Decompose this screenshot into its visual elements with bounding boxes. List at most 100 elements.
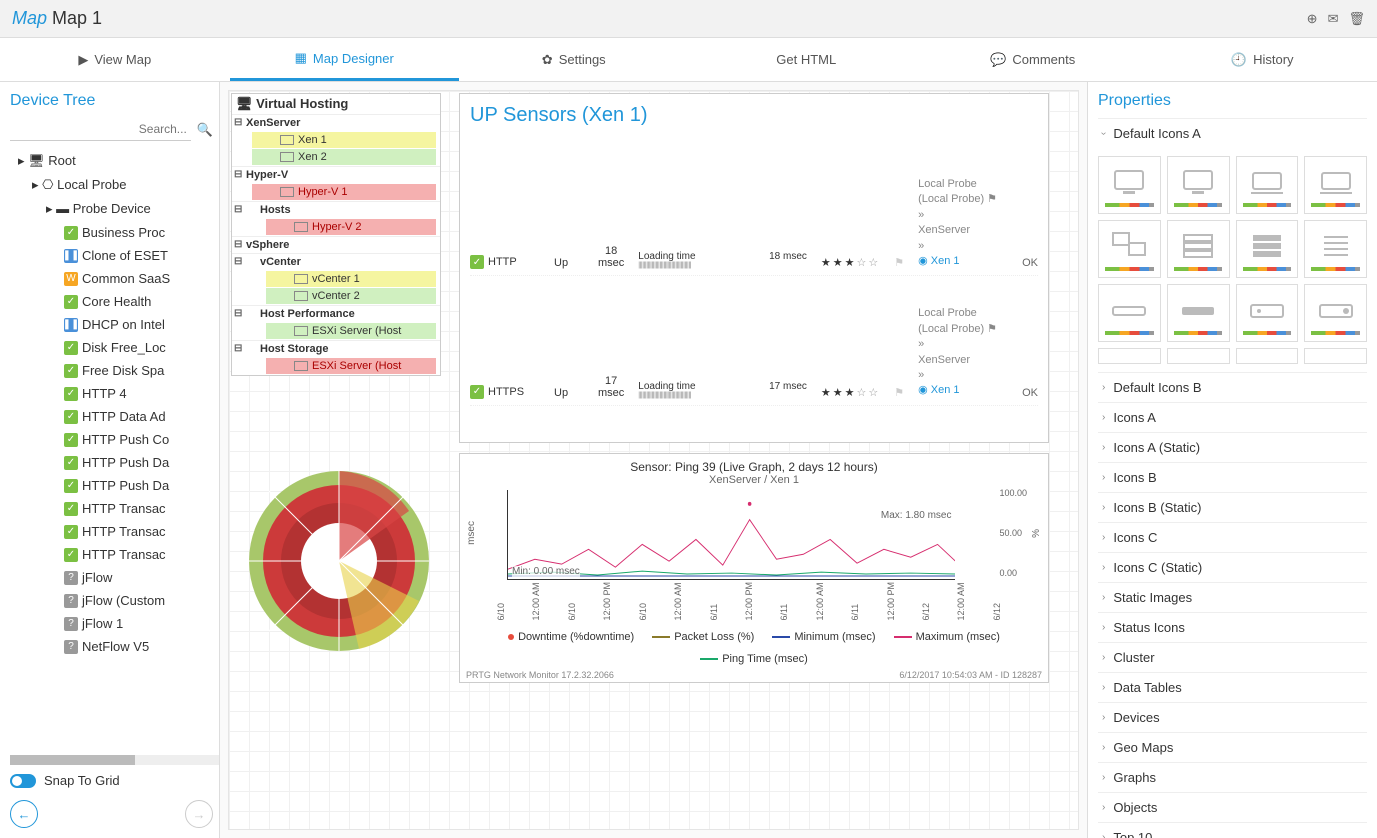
tree-local-probe[interactable]: ▸ ⎔ Local Probe [10, 173, 219, 197]
tree-scroll-h[interactable] [10, 755, 219, 765]
library-icon[interactable] [1304, 348, 1367, 364]
accordion-icons-b-static-[interactable]: ›Icons B (Static) [1098, 492, 1367, 522]
search-input[interactable] [10, 118, 191, 141]
up-sensors-widget[interactable]: UP Sensors (Xen 1) ✓HTTPUp18msecLoading … [459, 93, 1049, 443]
tree-sensor[interactable]: ✓Disk Free_Loc [10, 336, 219, 359]
map-canvas[interactable]: 🖥 Virtual HostingXenServerXen 1Xen 2Hype… [220, 82, 1087, 838]
vhost-device[interactable]: Xen 2 [252, 149, 436, 165]
status-icon: ❚❚ [64, 318, 78, 332]
tree-sensor[interactable]: ✓Core Health [10, 290, 219, 313]
accordion-default-icons-a[interactable]: ›Default Icons A [1098, 118, 1367, 148]
vhost-group[interactable]: XenServer [232, 115, 440, 131]
sunburst-widget[interactable] [239, 461, 449, 671]
accordion-static-images[interactable]: ›Static Images [1098, 582, 1367, 612]
tab-view-map[interactable]: ▶View Map [0, 38, 230, 81]
tree-sensor[interactable]: ?jFlow 1 [10, 612, 219, 635]
tree-probe-device[interactable]: ▸ ▬ Probe Device [10, 197, 219, 221]
accordion-icons-c[interactable]: ›Icons C [1098, 522, 1367, 552]
library-icon[interactable] [1236, 348, 1299, 364]
status-icon: ✓ [470, 385, 484, 399]
virtual-hosting-widget[interactable]: 🖥 Virtual HostingXenServerXen 1Xen 2Hype… [231, 93, 441, 376]
library-icon[interactable] [1304, 220, 1367, 278]
library-icon[interactable] [1167, 156, 1230, 214]
tree-sensor[interactable]: ✓HTTP 4 [10, 382, 219, 405]
tree-root[interactable]: ▸ 🖥 Root [10, 149, 219, 173]
library-icon[interactable] [1098, 284, 1161, 342]
tree-sensor[interactable]: ✓Free Disk Spa [10, 359, 219, 382]
vhost-group[interactable]: Host Storage [232, 341, 440, 357]
accordion-data-tables[interactable]: ›Data Tables [1098, 672, 1367, 702]
vhost-device[interactable]: Xen 1 [252, 132, 436, 148]
tab-settings[interactable]: ✿Settings [459, 38, 689, 81]
accordion-icons-a[interactable]: ›Icons A [1098, 402, 1367, 432]
vhost-device[interactable]: Hyper-V 2 [266, 219, 436, 235]
tree-sensor[interactable]: ❚❚Clone of ESET [10, 244, 219, 267]
tree-sensor[interactable]: ✓Business Proc [10, 221, 219, 244]
accordion-icons-a-static-[interactable]: ›Icons A (Static) [1098, 432, 1367, 462]
tree-sensor[interactable]: ✓HTTP Data Ad [10, 405, 219, 428]
tree-sensor[interactable]: ✓HTTP Transac [10, 520, 219, 543]
accordion-top-10[interactable]: ›Top 10 [1098, 822, 1367, 838]
properties-title: Properties [1098, 92, 1367, 110]
accordion-objects[interactable]: ›Objects [1098, 792, 1367, 822]
device-tree[interactable]: ▸ 🖥 Root▸ ⎔ Local Probe▸ ▬ Probe Device✓… [10, 149, 219, 753]
tab-history[interactable]: 🕘History [1148, 38, 1377, 81]
sensor-row[interactable]: ✓HTTPSUp17msecLoading time17 msec|||||||… [470, 276, 1038, 405]
tree-sensor[interactable]: ✓HTTP Transac [10, 543, 219, 566]
library-icon[interactable] [1236, 156, 1299, 214]
tree-sensor[interactable]: ✓HTTP Push Da [10, 451, 219, 474]
library-icon[interactable] [1304, 156, 1367, 214]
accordion-cluster[interactable]: ›Cluster [1098, 642, 1367, 672]
library-icon[interactable] [1167, 220, 1230, 278]
tree-sensor[interactable]: ❚❚DHCP on Intel [10, 313, 219, 336]
tab-map-designer[interactable]: ▦Map Designer [230, 38, 460, 81]
status-icon: ✓ [64, 548, 78, 562]
library-icon[interactable] [1098, 348, 1161, 364]
vhost-device[interactable]: ESXi Server (Host [266, 358, 436, 374]
graph-x-labels: 6/1012:00 AM6/1012:00 PM6/1012:00 AM6/11… [496, 582, 1002, 621]
library-icon[interactable] [1304, 284, 1367, 342]
mail-icon[interactable]: ✉ [1328, 11, 1339, 27]
accordion-icons-c-static-[interactable]: ›Icons C (Static) [1098, 552, 1367, 582]
delete-icon[interactable]: 🗑 [1348, 11, 1365, 27]
accordion-status-icons[interactable]: ›Status Icons [1098, 612, 1367, 642]
tab-get-html[interactable]: Get HTML [689, 38, 919, 81]
tree-sensor[interactable]: ✓HTTP Push Da [10, 474, 219, 497]
snap-toggle[interactable] [10, 774, 36, 788]
vhost-device[interactable]: ESXi Server (Host [266, 323, 436, 339]
properties-panel: Properties ›Default Icons A ›Default Ico… [1087, 82, 1377, 838]
tree-sensor[interactable]: ✓HTTP Push Co [10, 428, 219, 451]
accordion-geo-maps[interactable]: ›Geo Maps [1098, 732, 1367, 762]
library-icon[interactable] [1098, 156, 1161, 214]
accordion-icons-b[interactable]: ›Icons B [1098, 462, 1367, 492]
accordion-default-icons-b[interactable]: ›Default Icons B [1098, 372, 1367, 402]
library-icon[interactable] [1098, 220, 1161, 278]
main-tabs: ▶View Map▦Map Designer✿SettingsGet HTML💬… [0, 38, 1377, 82]
vhost-group[interactable]: Host Performance [232, 306, 440, 322]
library-icon[interactable] [1236, 284, 1299, 342]
vhost-group[interactable]: vSphere [232, 237, 440, 253]
vhost-device[interactable]: vCenter 2 [266, 288, 436, 304]
tree-sensor[interactable]: ✓HTTP Transac [10, 497, 219, 520]
page-header: Map Map 1 ⊕ ✉ 🗑 [0, 0, 1377, 38]
accordion-devices[interactable]: ›Devices [1098, 702, 1367, 732]
tab-comments[interactable]: 💬Comments [918, 38, 1148, 81]
library-icon[interactable] [1167, 348, 1230, 364]
nav-back-button[interactable]: ← [10, 800, 38, 828]
live-graph-widget[interactable]: Sensor: Ping 39 (Live Graph, 2 days 12 h… [459, 453, 1049, 683]
vhost-group[interactable]: vCenter [232, 254, 440, 270]
tree-sensor[interactable]: ?jFlow [10, 566, 219, 589]
tree-sensor[interactable]: WCommon SaaS [10, 267, 219, 290]
vhost-group[interactable]: Hyper-V [232, 167, 440, 183]
vhost-device[interactable]: vCenter 1 [266, 271, 436, 287]
sensor-row[interactable]: ✓HTTPUp18msecLoading time18 msec||||||||… [470, 147, 1038, 276]
tree-sensor[interactable]: ?NetFlow V5 [10, 635, 219, 658]
vhost-group[interactable]: Hosts [232, 202, 440, 218]
search-icon[interactable]: 🔍 [197, 122, 213, 138]
library-icon[interactable] [1167, 284, 1230, 342]
tree-sensor[interactable]: ?jFlow (Custom [10, 589, 219, 612]
library-icon[interactable] [1236, 220, 1299, 278]
vhost-device[interactable]: Hyper-V 1 [252, 184, 436, 200]
accordion-graphs[interactable]: ›Graphs [1098, 762, 1367, 792]
add-icon[interactable]: ⊕ [1307, 11, 1318, 27]
